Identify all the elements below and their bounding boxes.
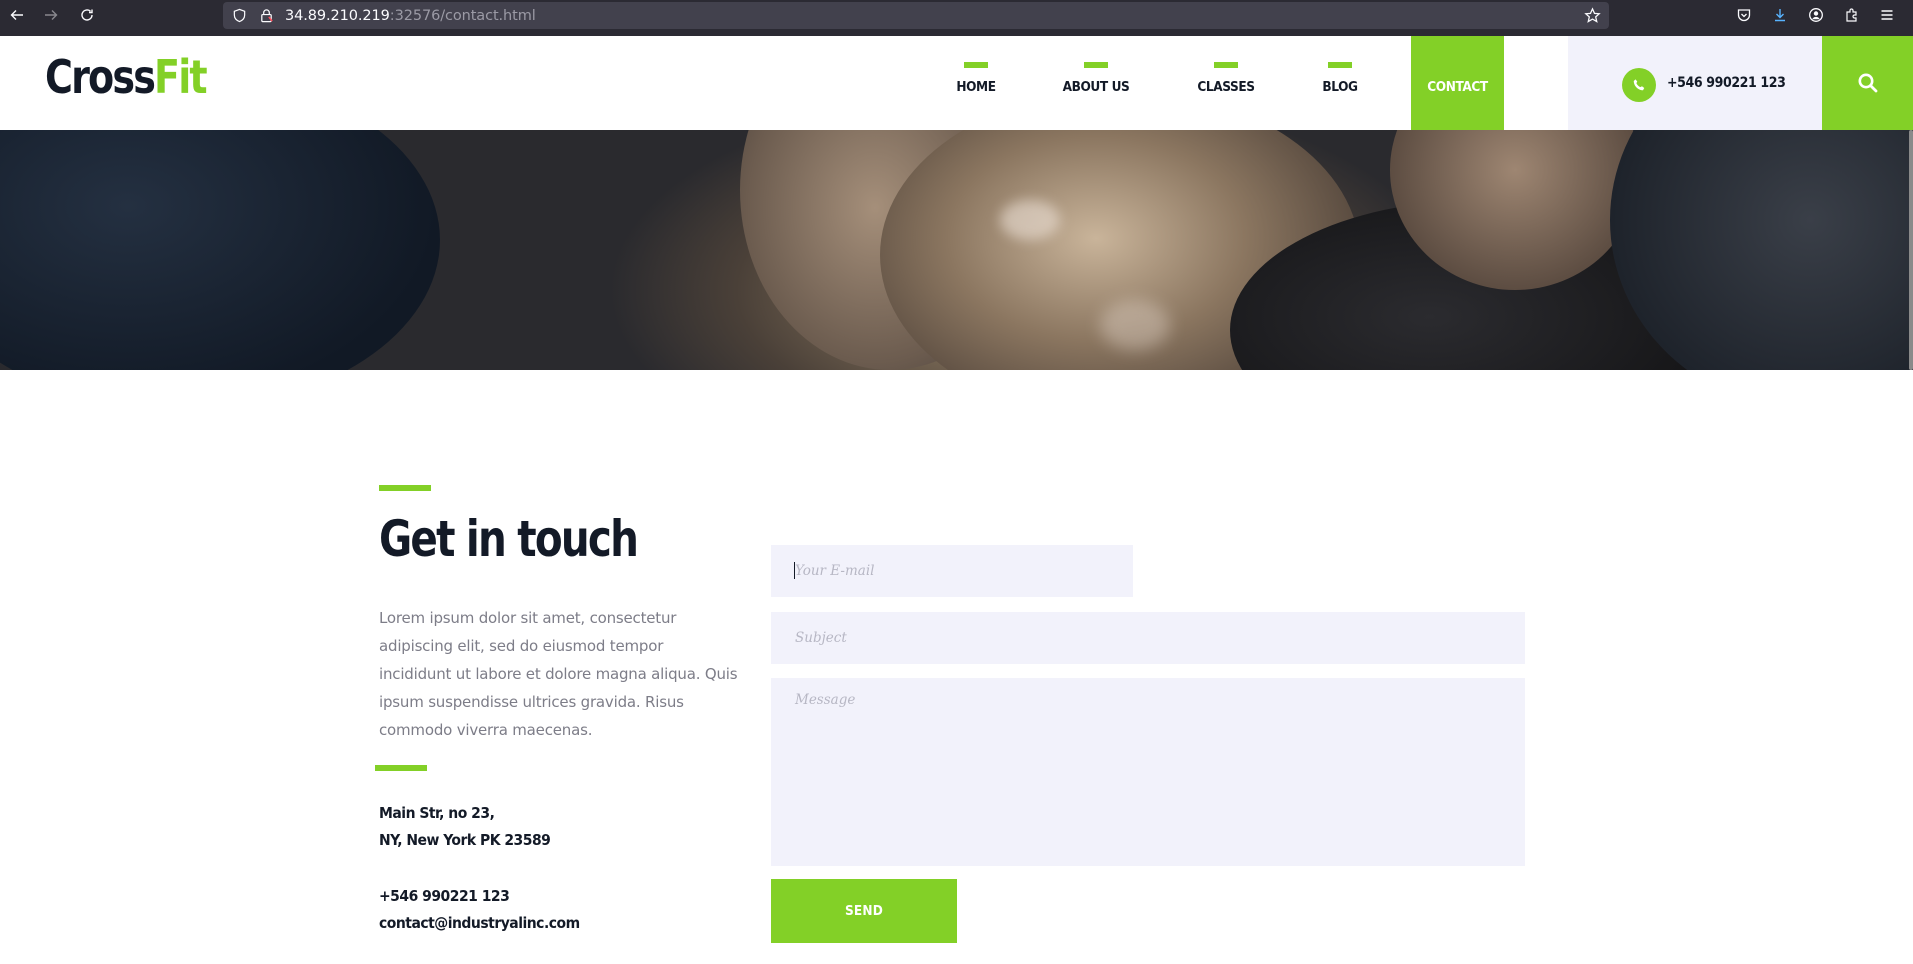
star-icon[interactable] [1584, 7, 1601, 24]
forward-arrow-icon[interactable] [34, 0, 68, 30]
page-scrollbar[interactable] [1909, 130, 1913, 370]
text-cursor [794, 562, 795, 579]
email-field[interactable] [771, 545, 1133, 597]
contact-phone[interactable]: +546 990221 123 [379, 883, 580, 910]
nav-item-about-us[interactable]: ABOUT US [1063, 36, 1130, 130]
nav-label: CLASSES [1197, 79, 1255, 95]
extensions-icon[interactable] [1843, 6, 1861, 24]
site-header: CrossFit HOME ABOUT US CLASSES BLOG CONT… [0, 36, 1913, 130]
header-phone-number: +546 990221 123 [1667, 75, 1786, 91]
subject-field[interactable] [771, 612, 1525, 664]
contact-section: Get in touch Lorem ipsum dolor sit amet,… [0, 370, 1913, 964]
hero-image [0, 130, 1913, 370]
nav-label: HOME [956, 79, 996, 95]
contact-email[interactable]: contact@industryalinc.com [379, 910, 580, 937]
nav-label: BLOG [1322, 79, 1358, 95]
page-title: Get in touch [379, 510, 639, 568]
download-icon[interactable] [1771, 6, 1789, 24]
nav-item-classes[interactable]: CLASSES [1197, 36, 1255, 130]
logo-cross: Cross [45, 50, 156, 104]
nav-indicator [964, 62, 988, 68]
header-phone[interactable]: +546 990221 123 [1568, 36, 1822, 130]
account-icon[interactable] [1807, 6, 1825, 24]
intro-text: Lorem ipsum dolor sit amet, consectetur … [379, 609, 738, 739]
address-line: NY, New York PK 23589 [379, 831, 551, 849]
nav-indicator [1214, 62, 1238, 68]
nav-label: ABOUT US [1062, 79, 1130, 95]
send-button[interactable]: SEND [771, 879, 957, 943]
contact-details: +546 990221 123 contact@industryalinc.co… [379, 883, 580, 937]
nav-item-blog[interactable]: BLOG [1322, 36, 1358, 130]
phone-icon [1622, 68, 1656, 102]
nav-indicator [1084, 62, 1108, 68]
pocket-icon[interactable] [1735, 6, 1753, 24]
address-bar[interactable]: 34.89.210.219:32576/contact.html [223, 2, 1609, 29]
back-arrow-icon[interactable] [0, 0, 34, 30]
logo-fit: Fit [154, 50, 208, 104]
search-button[interactable] [1822, 36, 1913, 130]
logo[interactable]: CrossFit [45, 54, 208, 100]
address-line: Main Str, no 23, [379, 804, 495, 822]
url-path: :32576/contact.html [389, 8, 536, 24]
nav-label: CONTACT [1427, 79, 1488, 95]
search-icon [1858, 73, 1877, 93]
url-host: 34.89.210.219 [285, 8, 390, 24]
browser-toolbar: 34.89.210.219:32576/contact.html [0, 0, 1913, 36]
lock-icon[interactable] [258, 7, 274, 23]
address-block: Main Str, no 23, NY, New York PK 23589 [379, 800, 551, 854]
menu-icon[interactable] [1878, 6, 1896, 24]
heading-accent-bar [379, 485, 431, 491]
address-accent-bar [375, 765, 427, 771]
shield-icon[interactable] [231, 7, 247, 23]
nav-item-contact[interactable]: CONTACT [1411, 36, 1504, 130]
nav-item-home[interactable]: HOME [956, 36, 996, 130]
url-text: 34.89.210.219:32576/contact.html [285, 8, 536, 24]
nav-indicator [1328, 62, 1352, 68]
reload-icon[interactable] [70, 0, 104, 30]
message-field[interactable] [771, 678, 1525, 866]
